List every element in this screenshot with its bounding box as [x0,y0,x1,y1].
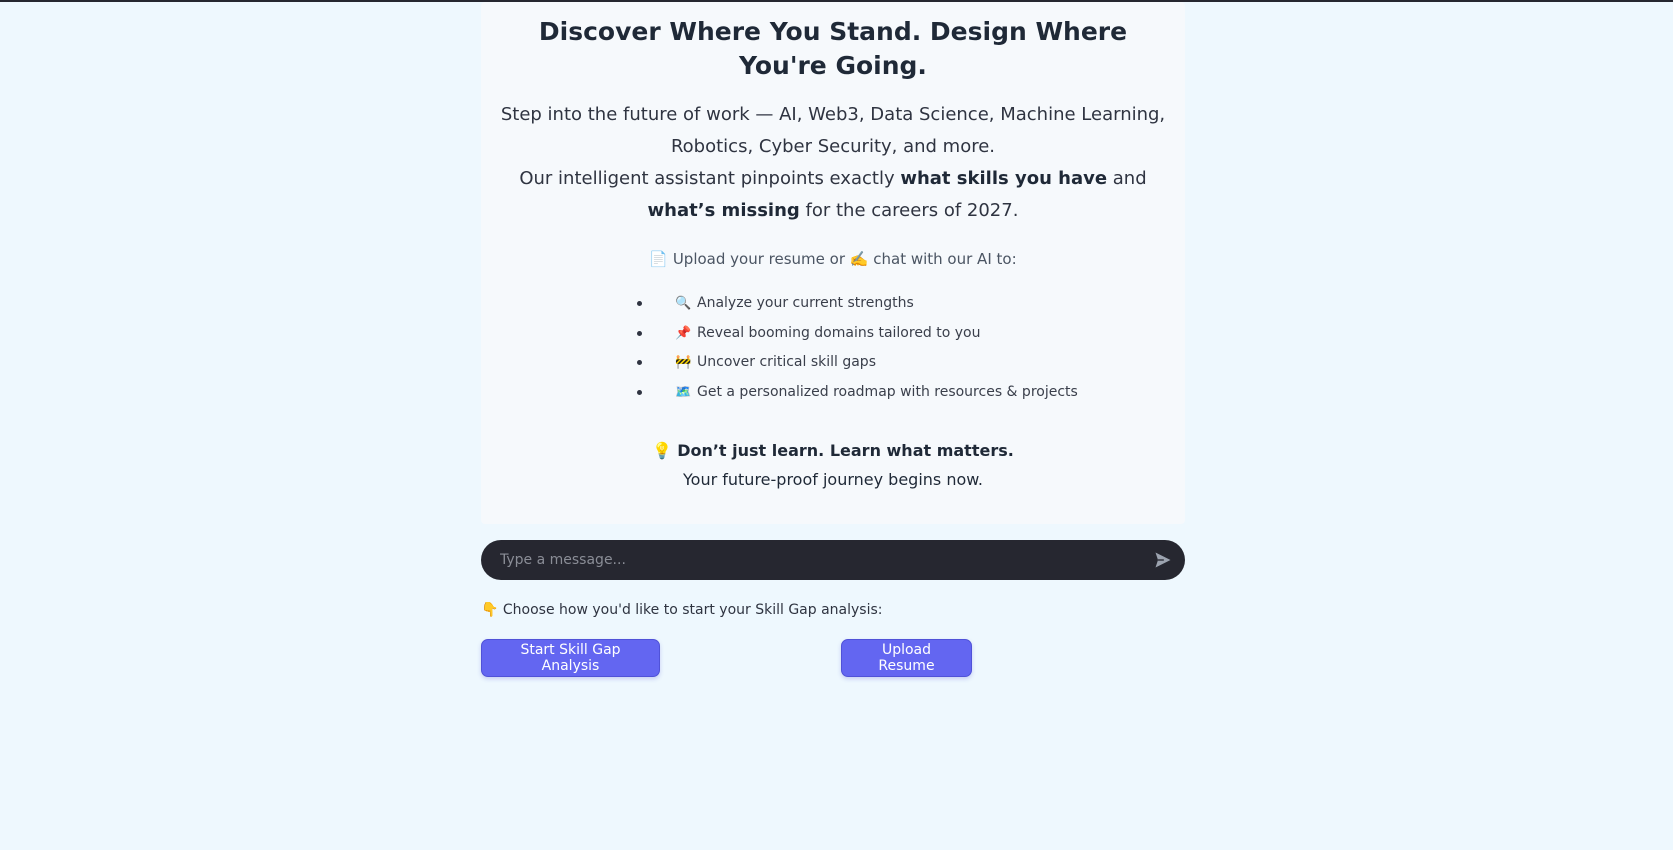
pointing-down-icon: 👇 [481,602,499,618]
upload-text: Upload your resume or [672,250,845,268]
magnifier-icon: 🔍 [675,296,692,311]
message-input[interactable] [498,551,1122,569]
intro-bold-missing: what’s missing [647,200,800,221]
document-icon: 📄 [649,250,669,268]
tagline-bold: Don’t just learn. Learn what matters. [677,441,1014,460]
list-item: 📌 Reveal booming domains tailored to you [637,319,1305,349]
page-title: Discover Where You Stand. Design Where Y… [538,17,1128,80]
send-icon[interactable] [1153,550,1173,570]
start-skill-gap-button[interactable]: Start Skill Gap Analysis [481,639,660,677]
feature-text: Reveal booming domains tailored to you [697,324,981,341]
intro-line-2-end: for the careers of 2027. [799,200,1019,221]
feature-text: Uncover critical skill gaps [697,354,876,370]
tagline: 💡 Don’t just learn. Learn what matters. … [499,436,1167,494]
choose-text: Choose how you'd like to start your Skil… [502,602,883,618]
tagline-sub: Your future-proof journey begins now. [683,470,983,489]
list-item: 🗺️ Get a personalized roadmap with resour… [637,378,1305,408]
feature-text: Get a personalized roadmap with resource… [697,383,1078,400]
construction-icon: 🚧 [675,355,692,370]
intro-and: and [1107,168,1147,189]
list-item: 🚧 Uncover critical skill gaps [637,348,1305,378]
choose-prompt: 👇 Choose how you'd like to start your Sk… [481,600,1185,620]
lightbulb-icon: 💡 [652,441,673,460]
list-item: 🔍 Analyze your current strengths [637,289,1305,319]
intro-text: Step into the future of work — AI, Web3,… [499,99,1167,227]
intro-bold-skills: what skills you have [900,168,1108,189]
feature-text: Analyze your current strengths [697,295,914,311]
upload-prompt: 📄 Upload your resume or ✍️ chat with our… [499,247,1167,271]
pushpin-icon: 📌 [675,325,692,341]
feature-list: 🔍 Analyze your current strengths 📌 Reveal … [637,289,1305,407]
chat-text: chat with our AI to: [873,250,1017,268]
writing-hand-icon: ✍️ [849,250,869,268]
hero-card: Discover Where You Stand. Design Where Y… [481,2,1185,524]
map-icon: 🗺️ [675,384,692,400]
chat-input-bar [481,540,1185,580]
intro-line-1: Step into the future of work — AI, Web3,… [500,104,1166,157]
intro-line-2-start: Our intelligent assistant pinpoints exac… [519,168,901,189]
upload-resume-button[interactable]: Upload Resume [841,639,972,677]
action-buttons: Start Skill Gap Analysis Upload Resume [481,639,1185,679]
main-column: Discover Where You Stand. Design Where Y… [481,2,1185,679]
